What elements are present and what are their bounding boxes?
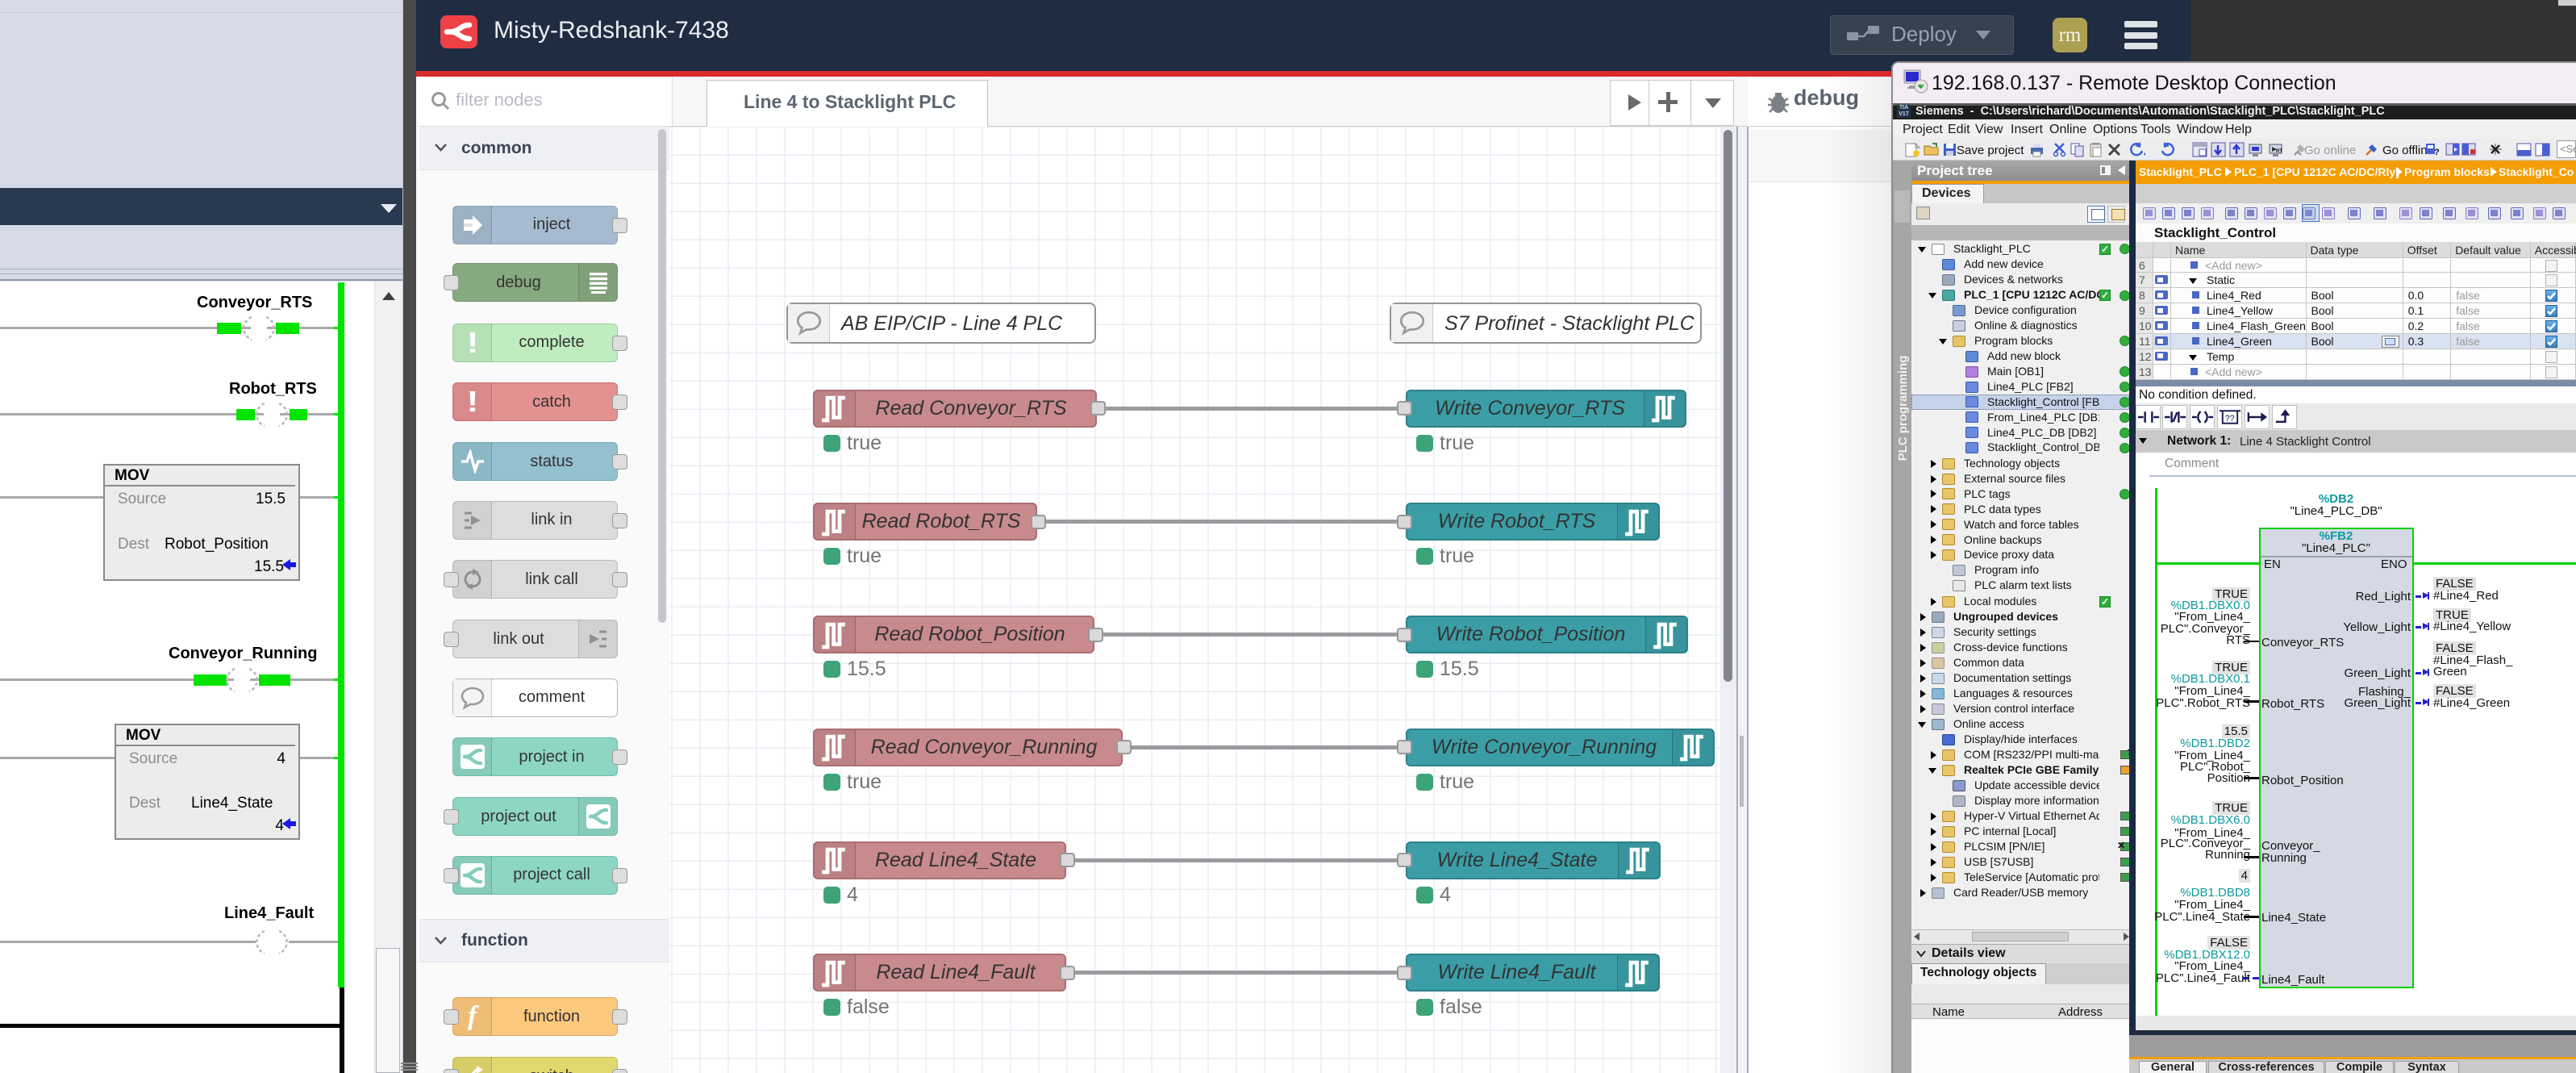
svg-text:??: ?? [2225, 414, 2235, 424]
svg-text:RT: RT [2276, 149, 2282, 154]
svg-text:?: ? [2434, 148, 2440, 157]
